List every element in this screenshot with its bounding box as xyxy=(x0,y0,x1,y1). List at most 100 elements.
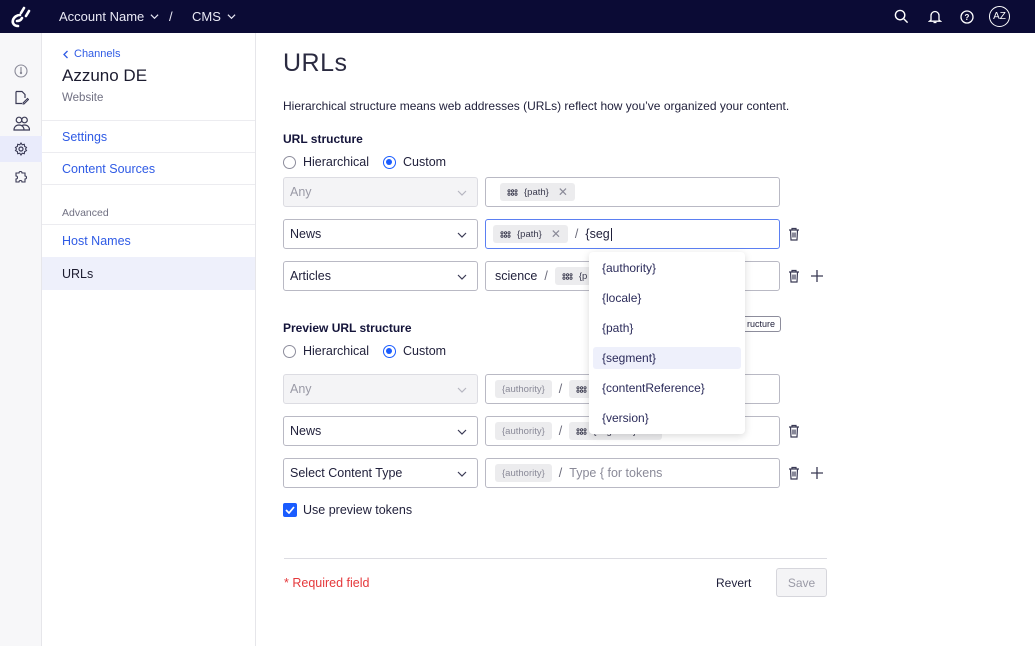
typed-text: {seg xyxy=(585,226,612,242)
content-type-select[interactable]: Articles xyxy=(283,261,478,291)
token-option-content-reference[interactable]: {contentReference} xyxy=(593,377,741,399)
url-pattern-field[interactable]: {path} ✕ xyxy=(485,177,780,207)
product-name: CMS xyxy=(192,9,221,24)
remove-token-icon[interactable]: ✕ xyxy=(551,227,561,241)
token-label: {path} xyxy=(517,228,542,240)
rail-item-users[interactable] xyxy=(0,110,42,136)
content-type-select[interactable]: Any xyxy=(283,177,478,207)
logo-icon[interactable] xyxy=(8,4,34,30)
use-preview-tokens-label[interactable]: Use preview tokens xyxy=(303,503,412,517)
delete-row-button[interactable] xyxy=(787,466,801,480)
chevron-down-icon xyxy=(457,190,467,196)
search-button[interactable] xyxy=(892,7,911,26)
rail-item-settings[interactable] xyxy=(0,136,42,162)
search-icon xyxy=(894,9,909,24)
rail-item-dashboard[interactable] xyxy=(0,58,42,84)
token-option-authority[interactable]: {authority} xyxy=(593,257,741,279)
sidebar-item-urls[interactable]: URLs xyxy=(42,257,255,290)
users-icon xyxy=(12,116,30,131)
delete-row-button[interactable] xyxy=(787,269,801,283)
token-option-path[interactable]: {path} xyxy=(593,317,741,339)
edit-document-icon xyxy=(14,90,29,105)
chevron-down-icon xyxy=(150,14,159,20)
content-type-select[interactable]: News xyxy=(283,416,478,446)
preview-url-structure-label: Preview URL structure xyxy=(283,321,412,335)
sidebar-item-host-names[interactable]: Host Names xyxy=(42,224,255,257)
sidebar-item-settings[interactable]: Settings xyxy=(42,120,255,153)
fixed-token-chip: {authority} xyxy=(495,380,552,398)
channel-title: Azzuno DE xyxy=(62,66,148,85)
trash-icon xyxy=(789,269,799,283)
dashboard-icon xyxy=(14,64,28,78)
channel-sidebar: Channels Azzuno DE Website Settings Cont… xyxy=(42,33,256,646)
rail-item-extensions[interactable] xyxy=(0,162,42,188)
token-chip: {path} ✕ xyxy=(493,225,568,243)
back-label: Channels xyxy=(74,48,121,60)
path-separator: / xyxy=(558,424,563,438)
path-separator: / xyxy=(544,269,548,283)
drag-grid-icon[interactable] xyxy=(500,230,511,238)
radio-hierarchical-label[interactable]: Hierarchical xyxy=(303,344,369,358)
delete-row-button[interactable] xyxy=(787,227,801,241)
url-structure-radio-group: Hierarchical Custom xyxy=(283,155,460,169)
drag-grid-icon[interactable] xyxy=(507,188,518,196)
radio-custom[interactable] xyxy=(383,155,396,169)
sidebar-item-content-sources[interactable]: Content Sources xyxy=(42,152,255,185)
token-input-placeholder[interactable]: Type { for tokens xyxy=(569,466,662,480)
settings-icon xyxy=(14,142,28,156)
rail-item-content[interactable] xyxy=(0,84,42,110)
chevron-left-icon xyxy=(63,50,68,58)
help-icon: ? xyxy=(959,9,974,24)
preview-url-pattern-field[interactable]: {authority} / Type { for tokens xyxy=(485,458,780,488)
token-option-locale[interactable]: {locale} xyxy=(593,287,741,309)
chevron-down-icon xyxy=(457,471,467,477)
breadcrumb-separator: / xyxy=(169,9,173,24)
trash-icon xyxy=(789,227,799,241)
drag-grid-icon[interactable] xyxy=(576,385,587,393)
add-row-button[interactable] xyxy=(810,269,824,283)
path-separator: / xyxy=(558,382,563,396)
intro-text: Hierarchical structure means web address… xyxy=(283,99,790,113)
radio-hierarchical[interactable] xyxy=(283,155,296,169)
account-switcher[interactable]: Account Name xyxy=(59,9,159,24)
chevron-down-icon xyxy=(457,387,467,393)
radio-hierarchical[interactable] xyxy=(283,344,296,358)
notifications-button[interactable] xyxy=(925,7,944,26)
radio-custom-label[interactable]: Custom xyxy=(403,155,446,169)
revert-button[interactable]: Revert xyxy=(716,576,751,590)
footer-divider xyxy=(284,558,827,559)
token-option-version[interactable]: {version} xyxy=(593,407,741,429)
back-to-channels-link[interactable]: Channels xyxy=(62,48,120,60)
token-label: {path} xyxy=(524,186,549,198)
icon-rail xyxy=(0,33,42,646)
save-button[interactable]: Save xyxy=(776,568,827,597)
path-separator: / xyxy=(574,227,579,241)
url-structure-label: URL structure xyxy=(283,132,363,146)
token-option-segment[interactable]: {segment} xyxy=(593,347,741,369)
radio-custom-label[interactable]: Custom xyxy=(403,344,446,358)
avatar-initials: AZ xyxy=(993,11,1006,22)
content-type-value: News xyxy=(290,424,322,438)
copy-structure-label: ructure xyxy=(746,319,775,329)
delete-row-button[interactable] xyxy=(787,424,801,438)
content-type-select[interactable]: News xyxy=(283,219,478,249)
content-type-select[interactable]: Select Content Type xyxy=(283,458,478,488)
content-type-select[interactable]: Any xyxy=(283,374,478,404)
content-type-value: Articles xyxy=(290,269,331,283)
use-preview-tokens-checkbox[interactable] xyxy=(283,503,297,517)
drag-grid-icon[interactable] xyxy=(576,427,587,435)
remove-token-icon[interactable]: ✕ xyxy=(558,185,568,199)
drag-grid-icon[interactable] xyxy=(562,272,573,280)
add-row-button[interactable] xyxy=(810,466,824,480)
content-type-value: Select Content Type xyxy=(290,466,403,480)
account-name: Account Name xyxy=(59,9,145,24)
avatar[interactable]: AZ xyxy=(989,6,1010,27)
channel-type: Website xyxy=(62,92,104,104)
radio-hierarchical-label[interactable]: Hierarchical xyxy=(303,155,369,169)
radio-custom[interactable] xyxy=(383,344,396,358)
help-button[interactable]: ? xyxy=(957,7,976,26)
fixed-token-chip: {authority} xyxy=(495,422,552,440)
url-pattern-field[interactable]: {path} ✕ / {seg xyxy=(485,219,780,249)
required-field-note: * Required field xyxy=(284,576,370,590)
product-switcher[interactable]: CMS xyxy=(192,9,236,24)
